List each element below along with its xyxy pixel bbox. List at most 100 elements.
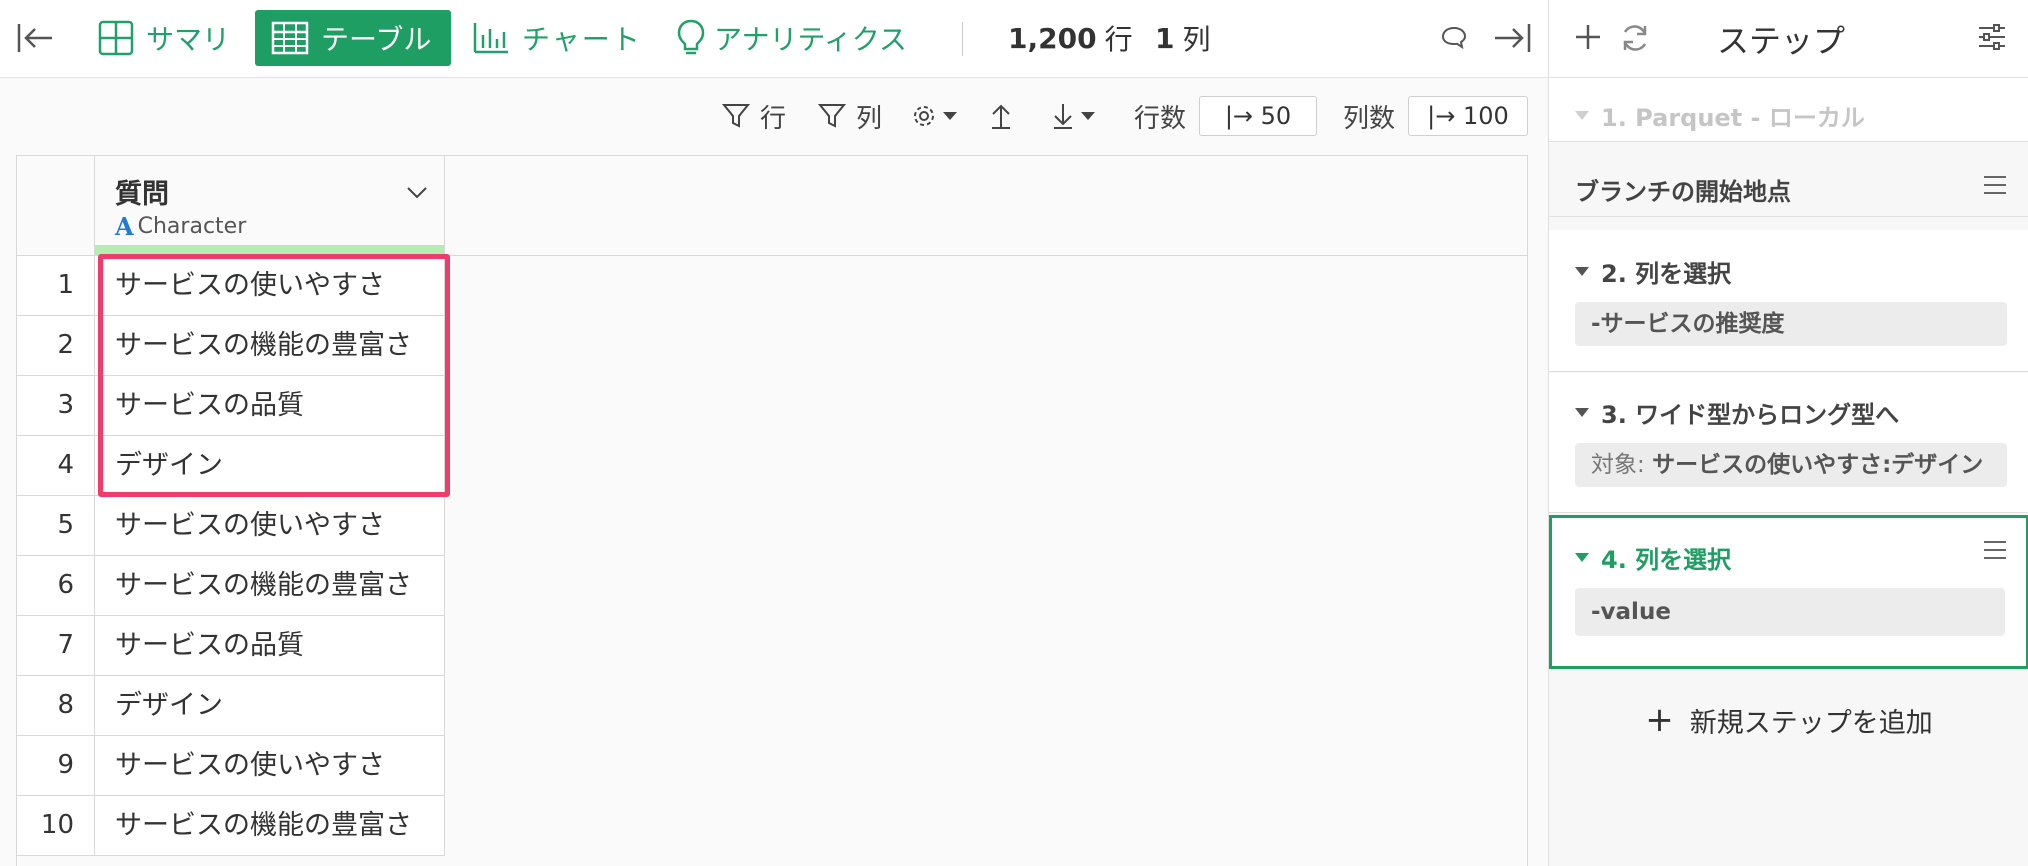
tab-table-label: テーブル — [321, 23, 432, 56]
table-sub-toolbar: 行 列 行数 |→ 50 列数 |→ 100 — [0, 78, 1548, 154]
table-row: 6 サービスの機能の豊富さ — [17, 556, 445, 616]
col-limit-wrap: |→ 100 — [1408, 96, 1528, 136]
col-limit-input[interactable]: |→ 100 — [1408, 96, 1528, 136]
cell-value[interactable]: サービスの使いやすさ — [95, 496, 445, 555]
collapse-triangle-icon — [1575, 267, 1589, 276]
filter-icon — [818, 104, 846, 128]
row-count-value: 1,200 — [1008, 21, 1097, 55]
step-3-pivot-longer[interactable]: 3. ワイド型からロング型へ 対象: サービスの使いやすさ:デザイン — [1549, 373, 2028, 513]
steps-title: ステップ — [1717, 22, 1846, 60]
table-row: 2 サービスの機能の豊富さ — [17, 316, 445, 376]
tab-analytics-label: アナリティクス — [714, 23, 907, 56]
step-chip-value: サービスの使いやすさ:デザイン — [1652, 452, 1984, 478]
row-number: 3 — [17, 376, 95, 435]
tab-chart[interactable]: チャート — [472, 10, 642, 66]
tab-summary[interactable]: サマリ — [98, 10, 230, 66]
hamburger-menu-icon[interactable] — [1983, 175, 2007, 195]
row-number: 4 — [17, 436, 95, 495]
tab-analytics[interactable]: アナリティクス — [676, 10, 907, 66]
row-number: 9 — [17, 736, 95, 795]
row-count-stat: 1,200 行 — [1008, 10, 1133, 66]
step-chip[interactable]: -value — [1575, 588, 2005, 636]
character-type-icon: A — [115, 212, 134, 241]
filter-rows-button[interactable]: 行 — [722, 96, 786, 136]
plus-icon[interactable] — [1573, 22, 1603, 52]
filter-icon — [722, 104, 750, 128]
collapse-left-button[interactable] — [16, 10, 56, 66]
bar-chart-icon — [473, 23, 508, 54]
header-empty-area — [445, 156, 1527, 256]
steps-panel-header: ステップ — [1549, 0, 2028, 78]
summary-grid-icon — [98, 20, 134, 56]
column-header-question[interactable]: 質問 A Character — [95, 156, 445, 256]
download-dropdown-button[interactable] — [1050, 96, 1096, 136]
filter-rows-label: 行 — [760, 103, 787, 134]
step-title: 2. 列を選択 — [1601, 260, 1732, 288]
row-number: 1 — [17, 256, 95, 315]
plus-icon: + — [1645, 700, 1674, 740]
column-type: A Character — [115, 212, 246, 241]
column-type-label: Character — [137, 214, 247, 239]
row-number: 10 — [17, 796, 95, 855]
cell-value[interactable]: サービスの機能の豊富さ — [95, 316, 445, 375]
settings-dropdown-button[interactable] — [910, 96, 958, 136]
collapse-triangle-icon — [1575, 111, 1589, 120]
step-2-select-columns[interactable]: 2. 列を選択 -サービスの推奨度 — [1549, 230, 2028, 372]
cell-value[interactable]: サービスの機能の豊富さ — [95, 556, 445, 615]
cell-value[interactable]: デザイン — [95, 676, 445, 735]
step-4-select-columns[interactable]: 4. 列を選択 -value — [1549, 515, 2028, 669]
tab-table[interactable]: テーブル — [255, 10, 452, 66]
step-title-wrap: 1. Parquet - ローカル — [1575, 98, 1865, 133]
add-step-button[interactable]: + 新規ステップを追加 — [1549, 700, 2028, 740]
cell-value[interactable]: サービスの使いやすさ — [95, 256, 445, 315]
upload-button[interactable] — [988, 96, 1014, 136]
arrow-up-icon — [992, 104, 1010, 129]
chevron-down-icon[interactable] — [406, 186, 428, 200]
table-row: 9 サービスの使いやすさ — [17, 736, 445, 796]
row-number-header — [17, 156, 95, 256]
cell-value[interactable]: デザイン — [95, 436, 445, 495]
step-title: 4. 列を選択 — [1601, 546, 1732, 574]
table-icon — [271, 21, 309, 55]
lightbulb-icon — [677, 19, 705, 55]
step-chip[interactable]: -サービスの推奨度 — [1575, 302, 2007, 346]
col-count-stat: 1 列 — [1155, 10, 1211, 66]
row-limit-input[interactable]: |→ 50 — [1199, 96, 1317, 136]
step-title-wrap: 3. ワイド型からロング型へ — [1575, 395, 1899, 430]
gear-icon — [914, 106, 934, 126]
table-rows: 1 サービスの使いやすさ 2 サービスの機能の豊富さ 3 サービスの品質 4 デザイン … — [17, 256, 445, 856]
step-title: 1. Parquet - ローカル — [1601, 104, 1865, 132]
table-area: 質問 A Character 1 サービスの使いやすさ 2 サービスの機能の豊富さ … — [0, 154, 1548, 866]
branch-start[interactable]: ブランチの開始地点 — [1549, 143, 2028, 217]
caret-down-icon — [943, 112, 957, 120]
add-step-label: 新規ステップを追加 — [1689, 707, 1933, 739]
cell-value[interactable]: サービスの品質 — [95, 376, 445, 435]
sliders-icon[interactable] — [1977, 22, 2007, 52]
step-1-parquet[interactable]: 1. Parquet - ローカル — [1549, 78, 2028, 142]
row-number: 7 — [17, 616, 95, 675]
step-chip-prefix: 対象: — [1591, 452, 1653, 478]
collapse-right-icon — [1495, 24, 1531, 52]
row-limit-label: 行数 — [1134, 103, 1187, 134]
hamburger-menu-icon[interactable] — [1983, 540, 2007, 560]
row-number: 2 — [17, 316, 95, 375]
comment-icon — [1441, 26, 1467, 50]
filter-cols-button[interactable]: 列 — [818, 96, 882, 136]
table-row: 10 サービスの機能の豊富さ — [17, 796, 445, 856]
cell-value[interactable]: サービスの品質 — [95, 616, 445, 675]
step-title-wrap: 2. 列を選択 — [1575, 254, 1731, 289]
row-number: 5 — [17, 496, 95, 555]
cell-value[interactable]: サービスの使いやすさ — [95, 736, 445, 795]
refresh-icon[interactable] — [1619, 22, 1651, 54]
steps-panel: ステップ 1. Parquet - ローカル ブランチの開始地点 2. 列を選択… — [1548, 0, 2028, 866]
step-title: 3. ワイド型からロング型へ — [1601, 401, 1900, 429]
top-toolbar: サマリ テーブル チャート アナリティクス 1,200 行 1 列 — [0, 0, 1548, 78]
comment-button[interactable] — [1440, 10, 1468, 66]
step-title-wrap: 4. 列を選択 — [1575, 540, 1731, 575]
tab-summary-label: サマリ — [146, 23, 231, 56]
collapse-right-button[interactable] — [1492, 10, 1532, 66]
step-chip[interactable]: 対象: サービスの使いやすさ:デザイン — [1575, 443, 2007, 487]
cell-value[interactable]: サービスの機能の豊富さ — [95, 796, 445, 855]
row-count-unit: 行 — [1104, 23, 1133, 56]
column-name: 質問 — [115, 179, 169, 210]
